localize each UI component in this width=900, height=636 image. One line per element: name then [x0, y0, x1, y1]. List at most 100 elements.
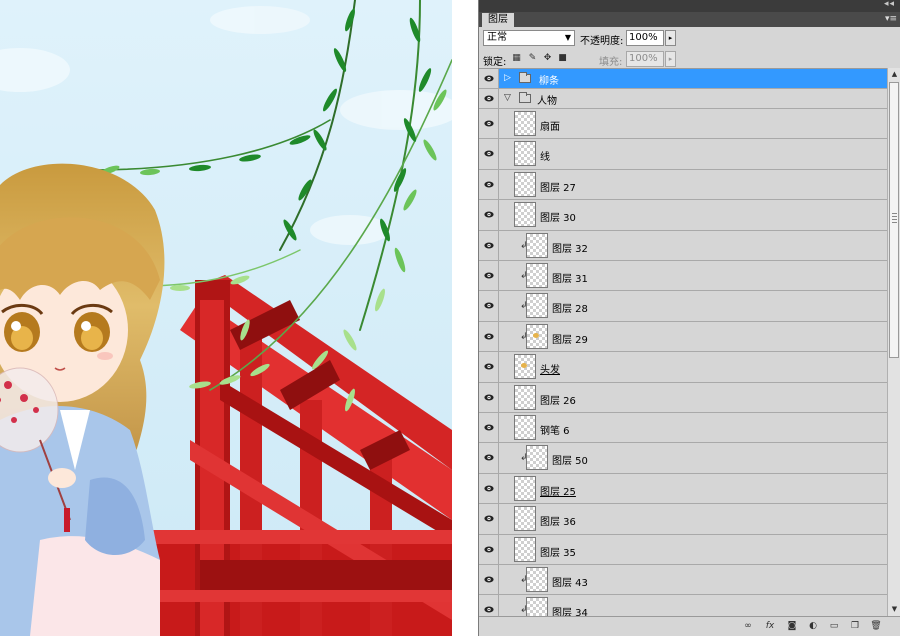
layer-row[interactable]: ↲ 图层 34	[479, 595, 887, 617]
scroll-down-arrow-icon[interactable]: ▼	[888, 603, 900, 616]
layer-name: 图层 27	[540, 182, 576, 194]
layer-thumbnail	[526, 232, 548, 258]
layer-group-row[interactable]: ▽ 人物	[479, 89, 887, 109]
new-group-icon[interactable]: ▭	[827, 620, 841, 633]
visibility-eye-icon[interactable]	[479, 89, 499, 108]
layer-thumbnail	[514, 141, 536, 167]
layer-row[interactable]: 图层 36	[479, 504, 887, 535]
layer-name: 扇面	[540, 122, 560, 133]
layer-row[interactable]: 扇面	[479, 109, 887, 140]
visibility-eye-icon[interactable]	[479, 109, 499, 139]
visibility-eye-icon[interactable]	[479, 139, 499, 169]
layer-name: 图层 25	[540, 486, 576, 498]
layer-row[interactable]: 图层 25	[479, 473, 887, 505]
visibility-eye-icon[interactable]	[479, 443, 499, 473]
layer-row[interactable]: ↲ 图层 28	[479, 291, 887, 322]
visibility-eye-icon[interactable]	[479, 382, 499, 412]
folder-icon	[519, 72, 531, 83]
layer-thumbnail	[514, 384, 536, 410]
layer-list-scrollbar[interactable]: ▲ ▼	[887, 68, 900, 616]
link-icon[interactable]: ∞	[741, 620, 755, 633]
panel-menu-icon[interactable]: ▾≡	[885, 12, 897, 26]
layer-thumbnail	[514, 415, 536, 440]
lock-row: 锁定: ▦ ✎ ✥ ■ 填充: 100% ▸	[479, 50, 900, 68]
visibility-eye-icon[interactable]	[479, 261, 499, 291]
dropdown-arrow-icon: ▼	[564, 33, 571, 42]
layer-thumbnail	[514, 354, 536, 380]
illustration	[0, 0, 452, 636]
layer-name: 图层 26	[540, 395, 576, 407]
layer-name: 图层 32	[552, 243, 588, 255]
visibility-eye-icon[interactable]	[479, 534, 499, 564]
new-layer-icon[interactable]: ❐	[848, 620, 862, 633]
layer-group-row[interactable]: ▷ 柳条	[479, 69, 887, 89]
layer-thumbnail	[526, 567, 548, 592]
opacity-slider-button[interactable]: ▸	[665, 30, 676, 46]
panel-tab-row: 图层 ▾≡	[479, 12, 900, 27]
mask-icon[interactable]: ◙	[785, 620, 799, 633]
layer-row[interactable]: ↲ 图层 43	[479, 565, 887, 596]
lock-transparency-icon[interactable]: ▦	[512, 54, 521, 63]
fx-icon[interactable]: fx	[763, 620, 777, 633]
layer-row[interactable]: ↲ 图层 32	[479, 230, 887, 261]
layer-name: 头发	[540, 365, 560, 377]
document-canvas[interactable]	[0, 0, 452, 636]
layer-row[interactable]: 图层 27	[479, 169, 887, 201]
layer-row[interactable]: 图层 26	[479, 382, 887, 413]
opacity-label: 不透明度:	[580, 36, 624, 47]
layer-name: 图层 43	[552, 578, 588, 589]
layer-list[interactable]: ▷ 柳条 ▽ 人物 扇面线图层 27 图层 30 ↲ 图层 32 ↲ 图层 31 ↲ 图层 28 ↲ 图层…	[479, 68, 887, 617]
visibility-eye-icon[interactable]	[479, 230, 499, 260]
layer-row[interactable]: 图层 35	[479, 534, 887, 565]
layer-row[interactable]: ↲ 图层 29	[479, 321, 887, 353]
layer-thumbnail	[514, 536, 536, 562]
lock-label: 锁定:	[483, 57, 507, 68]
layer-name: 线	[540, 152, 550, 164]
layer-name: 钢笔 6	[540, 426, 570, 437]
lock-position-icon[interactable]: ✥	[543, 54, 552, 63]
visibility-eye-icon[interactable]	[479, 169, 499, 200]
layer-row[interactable]: ↲ 图层 50	[479, 443, 887, 474]
layer-thumbnail	[514, 506, 536, 532]
layer-name: 图层 28	[552, 304, 588, 316]
layer-thumbnail	[514, 111, 536, 136]
visibility-eye-icon[interactable]	[479, 291, 499, 321]
panel-title-bar[interactable]: ◂◂	[479, 0, 900, 12]
adjustment-icon[interactable]: ◐	[806, 620, 820, 633]
layer-row[interactable]: 图层 30	[479, 200, 887, 231]
expand-triangle-icon[interactable]: ▽	[504, 93, 514, 103]
blend-mode-select[interactable]: 正常 ▼	[483, 30, 575, 46]
panel-bottom-toolbar: ∞ fx ◙ ◐ ▭ ❐ 🗑	[479, 616, 900, 636]
scroll-up-arrow-icon[interactable]: ▲	[888, 68, 900, 81]
visibility-eye-icon[interactable]	[479, 473, 499, 504]
lock-paint-icon[interactable]: ✎	[528, 54, 537, 63]
lock-all-icon[interactable]: ■	[558, 54, 567, 63]
visibility-eye-icon[interactable]	[479, 595, 499, 617]
visibility-eye-icon[interactable]	[479, 504, 499, 534]
visibility-eye-icon[interactable]	[479, 69, 499, 88]
layer-row[interactable]: 线	[479, 139, 887, 170]
scroll-thumb[interactable]	[889, 82, 899, 358]
trash-icon[interactable]: 🗑	[869, 620, 883, 633]
layer-row[interactable]: 头发	[479, 352, 887, 383]
tab-layers[interactable]: 图层	[482, 13, 514, 27]
collapse-panel-icon[interactable]: ◂◂	[884, 0, 895, 9]
layer-name: 柳条	[539, 76, 559, 87]
layer-name: 图层 50	[552, 456, 588, 468]
fill-slider-button[interactable]: ▸	[665, 51, 676, 67]
scroll-grip	[892, 213, 897, 223]
visibility-eye-icon[interactable]	[479, 565, 499, 595]
visibility-eye-icon[interactable]	[479, 321, 499, 352]
fill-input[interactable]: 100%	[626, 51, 664, 67]
layer-name: 人物	[537, 96, 557, 107]
layer-name: 图层 31	[552, 274, 588, 285]
visibility-eye-icon[interactable]	[479, 352, 499, 382]
layer-name: 图层 30	[540, 213, 576, 225]
layer-row[interactable]: ↲ 图层 31	[479, 261, 887, 292]
visibility-eye-icon[interactable]	[479, 200, 499, 230]
visibility-eye-icon[interactable]	[479, 413, 499, 443]
layer-thumbnail	[526, 293, 548, 319]
layer-row[interactable]: 钢笔 6	[479, 413, 887, 444]
opacity-input[interactable]: 100%	[626, 30, 664, 46]
collapse-triangle-icon[interactable]: ▷	[504, 73, 514, 83]
